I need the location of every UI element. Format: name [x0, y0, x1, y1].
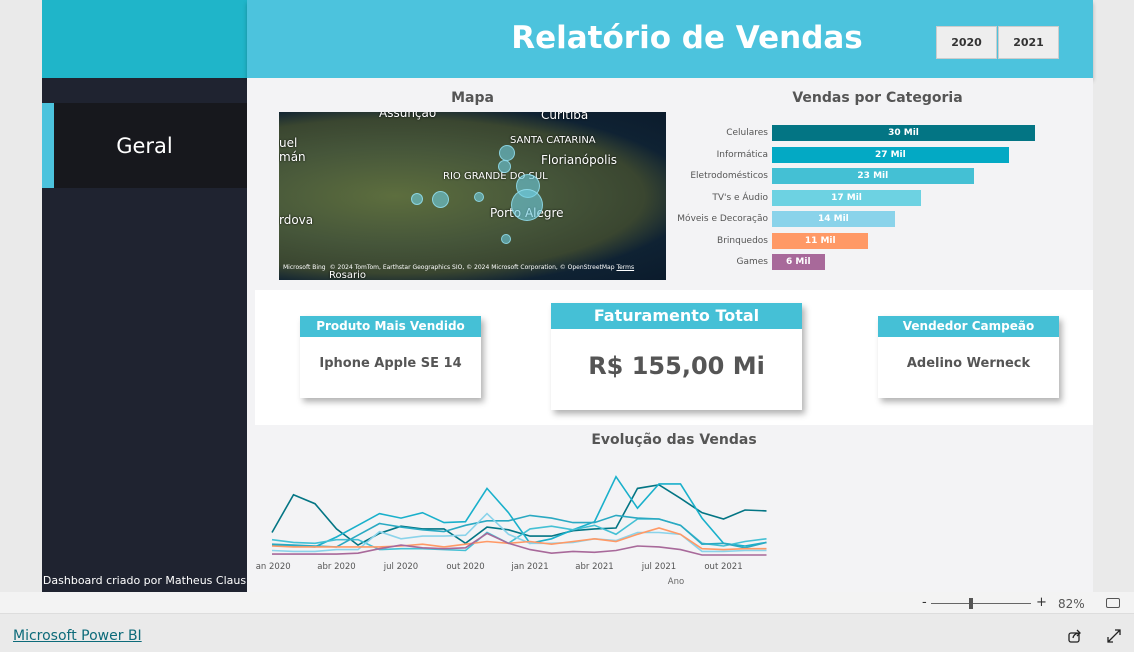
power-bi-link[interactable]: Microsoft Power BI	[13, 628, 142, 644]
x-tick-label: jan 2020	[255, 562, 291, 572]
category-bar[interactable]: 27 Mil	[772, 146, 1009, 163]
category-chart-title: Vendas por Categoria	[792, 90, 963, 106]
zoom-slider-handle[interactable]	[969, 598, 973, 609]
x-axis-label: Ano	[668, 577, 684, 587]
sidebar-logo-area	[42, 0, 247, 78]
kpi-revenue-card: Faturamento Total R$ 155,00 Mi	[551, 303, 802, 410]
kpi-top-seller-card: Vendedor Campeão Adelino Werneck	[878, 316, 1059, 398]
map-label: mán	[279, 150, 306, 164]
category-label: Eletrodomésticos	[690, 171, 768, 181]
kpi-value: Iphone Apple SE 14	[319, 356, 462, 371]
category-bar[interactable]: 17 Mil	[772, 189, 922, 206]
map-label: Assunção	[379, 112, 437, 120]
x-tick-label: out 2021	[704, 562, 742, 572]
nav-item-geral[interactable]: Geral	[42, 103, 247, 188]
zoom-bar: - + 82%	[0, 592, 1134, 614]
category-label: Celulares	[726, 128, 768, 138]
map-bubble[interactable]	[411, 193, 423, 205]
x-tick-label: out 2020	[446, 562, 484, 572]
category-label: Brinquedos	[717, 235, 768, 246]
x-tick-label: jul 2021	[641, 562, 676, 572]
category-label: TV's e Áudio	[712, 192, 768, 203]
kpi-top-product-card: Produto Mais Vendido Iphone Apple SE 14	[300, 316, 481, 398]
map-label: SANTA CATARINA	[510, 135, 596, 146]
sales-line-chart: jan 2020 abr 2020 jul 2020 out 2020 jan 2021…	[255, 475, 767, 587]
year-2021-button[interactable]: 2021	[998, 26, 1059, 59]
line-chart-title: Evolução das Vendas	[591, 432, 757, 448]
category-label: Informática	[716, 149, 768, 160]
kpi-value: R$ 155,00 Mi	[588, 352, 765, 380]
x-tick-label: abr 2021	[575, 562, 613, 572]
map-bubble[interactable]	[501, 234, 511, 244]
category-bar[interactable]: 11 Mil	[772, 232, 869, 249]
map-label: rdova	[279, 213, 314, 227]
kpi-title: Faturamento Total	[551, 303, 802, 329]
map-bubble[interactable]	[498, 160, 511, 173]
zoom-level: 82%	[1058, 597, 1085, 611]
map-label: Curitiba	[541, 112, 589, 122]
map-label: Florianópolis	[541, 153, 618, 167]
zoom-out-button[interactable]: -	[922, 595, 927, 610]
active-indicator	[42, 103, 54, 188]
map-visual[interactable]: Assunção Curitiba SANTA CATARINA Florian…	[279, 112, 666, 280]
map-label: uel	[279, 136, 298, 150]
map-bubble[interactable]	[474, 192, 484, 202]
map-bubble[interactable]	[511, 189, 543, 221]
x-tick-label: jul 2020	[383, 562, 418, 572]
category-bar[interactable]: 14 Mil	[772, 211, 895, 227]
share-icon[interactable]	[1067, 628, 1083, 644]
year-2020-button[interactable]: 2020	[936, 26, 997, 59]
category-bar[interactable]: 30 Mil	[772, 125, 1035, 141]
category-bar-chart: Celulares 30 Mil Informática 27 Mil Eletrodo…	[677, 125, 1060, 275]
terms-link[interactable]: Terms	[616, 264, 634, 271]
fit-to-page-icon[interactable]	[1106, 598, 1120, 608]
kpi-value: Adelino Werneck	[906, 356, 1031, 371]
map-title: Mapa	[451, 90, 494, 106]
kpi-title: Produto Mais Vendido	[300, 316, 481, 337]
category-bar[interactable]: 23 Mil	[772, 168, 974, 184]
x-tick-label: jan 2021	[510, 562, 548, 572]
map-bubble[interactable]	[499, 145, 515, 161]
map-bubble[interactable]	[432, 191, 449, 208]
sidebar	[42, 0, 247, 592]
nav-label: Geral	[116, 133, 173, 158]
zoom-in-button[interactable]: +	[1036, 595, 1047, 610]
x-tick-label: abr 2020	[317, 562, 355, 572]
map-attribution: Microsoft Bing © 2024 TomTom, Earthstar G…	[283, 264, 635, 271]
credit-text: Dashboard criado por Matheus Claus	[42, 574, 247, 587]
kpi-title: Vendedor Campeão	[878, 316, 1059, 337]
map-label: Rosario	[329, 270, 366, 280]
category-label: Games	[736, 257, 768, 267]
zoom-slider[interactable]	[931, 603, 1031, 604]
category-label: Móveis e Decoração	[677, 214, 768, 224]
fullscreen-icon[interactable]	[1106, 628, 1122, 644]
category-bar[interactable]: 6 Mil	[772, 254, 825, 270]
